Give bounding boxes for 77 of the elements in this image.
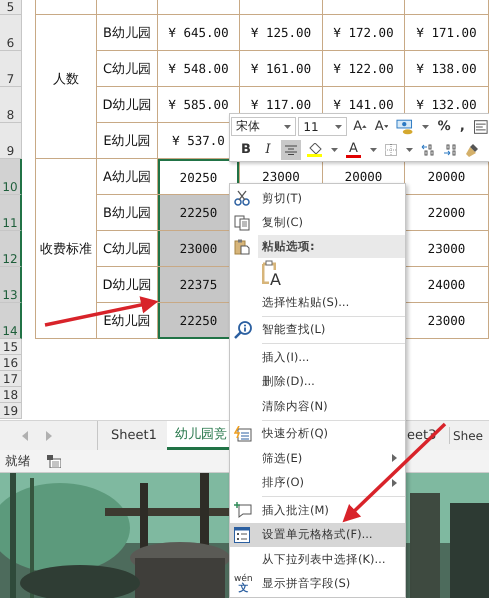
table-cell: ¥ 548.00 [158,51,240,87]
row-header[interactable]: 7 [0,51,22,87]
table-cell: ¥ 645.00 [158,15,240,51]
down-caret-icon [384,125,388,128]
font-color-button[interactable]: A [344,140,363,160]
menu-item[interactable]: 设置单元格格式(F)... [230,522,405,547]
dropdown-arrow-icon [330,148,338,152]
paint-bucket-icon [307,142,322,154]
table-cell: ¥ 122.00 [323,51,405,87]
scroll-right-icon [46,430,52,440]
dropdown-arrow-icon [335,124,342,128]
clipboard-icon [234,238,250,254]
align-center-icon [285,144,297,154]
table-cell: 收费标准 [35,159,97,339]
copy-icon [234,214,250,231]
scissors-icon [234,190,250,206]
row-header[interactable]: 15 [0,339,22,355]
menu-item[interactable]: 排序(O) [230,470,405,495]
row-header[interactable]: 6 [0,15,22,51]
row-header[interactable]: 10 [0,159,22,195]
row-header[interactable]: 5 [0,0,22,15]
row-header[interactable]: 12 [0,231,22,267]
dropdown-arrow-icon [370,148,376,152]
row-header[interactable]: 14 [0,303,22,339]
font-name-field[interactable]: 宋体 [231,117,296,136]
table-lines-icon [474,120,488,134]
sheet-tab[interactable]: 幼儿园竞 [167,421,229,450]
align-center-button[interactable] [281,140,301,160]
table-cell: 20250 [158,159,240,195]
up-caret-icon [362,125,367,128]
smart-lookup-icon [234,320,252,339]
status-text: 就绪 [5,452,31,470]
table-cell: ¥ 125.00 [240,15,323,51]
dropdown-arrow-icon [406,148,412,152]
font-size-field[interactable]: 11 [298,117,348,136]
menu-item[interactable]: 快速分析(Q) [230,422,405,446]
row-header[interactable]: 13 [0,267,22,303]
row-header[interactable]: 19 [0,403,22,419]
menu-item[interactable]: 插入(I)... [230,345,405,370]
paint-brush-icon [465,142,479,156]
menu-item[interactable]: 筛选(E) [230,446,405,470]
menu-item[interactable]: 插入批注(M) [230,498,405,522]
menu-item[interactable]: 删除(D)... [230,370,405,394]
table-cell: ¥ 171.00 [405,15,489,51]
row-header[interactable]: 18 [0,387,22,403]
macro-record-icon [47,454,61,468]
table-cell: C幼儿园 [97,51,158,87]
phonetic-icon: wén 文 [234,574,253,593]
table-cell [97,0,158,15]
menu-item[interactable]: 从下拉列表中选择(K)... [230,547,405,572]
comment-icon [234,502,252,518]
row-header[interactable]: 11 [0,195,22,231]
row-header[interactable]: 17 [0,371,22,387]
table-cell: D幼儿园 [97,87,158,123]
dropdown-arrow-icon [422,124,430,128]
scroll-left-icon [22,430,28,440]
format-cells-icon [234,526,250,543]
table-cell: E幼儿园 [97,123,158,159]
table-cell: ¥ 172.00 [323,15,405,51]
dropdown-arrow-icon [284,124,292,128]
decrease-decimal-icon [443,144,457,156]
borders-icon [385,144,397,156]
money-icon [396,118,414,134]
table-cell: ¥ 138.00 [405,51,489,87]
row-header[interactable]: 8 [0,87,22,123]
sheet-tab[interactable]: Shee [450,421,489,450]
italic-button[interactable]: I [259,140,277,160]
increase-decimal-icon [421,144,435,156]
row-header[interactable]: 16 [0,355,22,371]
bold-button[interactable]: B [237,140,255,160]
menu-item[interactable]: 清除内容(N) [230,394,405,418]
row-header[interactable]: 9 [0,123,22,159]
table-cell: ¥ 161.00 [240,51,323,87]
paste-text-only-option[interactable]: A [262,260,284,288]
sheet-tab[interactable]: Sheet1 [98,421,167,450]
quick-analysis-icon [234,426,252,442]
table-cell: B幼儿园 [97,15,158,51]
